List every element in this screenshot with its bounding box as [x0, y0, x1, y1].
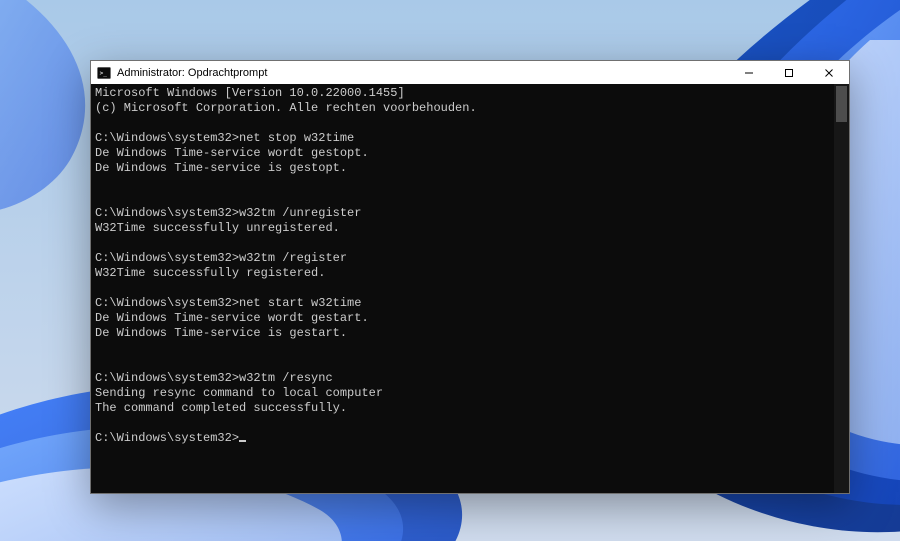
terminal-line: C:\Windows\system32>net stop w32time [95, 131, 830, 146]
terminal-line: De Windows Time-service wordt gestart. [95, 311, 830, 326]
svg-text:>_: >_ [100, 69, 108, 76]
cmd-icon: >_ [97, 66, 111, 80]
terminal-line [95, 116, 830, 131]
terminal-line: C:\Windows\system32> [95, 431, 830, 446]
vertical-scrollbar[interactable] [834, 84, 849, 493]
terminal-line: C:\Windows\system32>w32tm /register [95, 251, 830, 266]
terminal-line: De Windows Time-service wordt gestopt. [95, 146, 830, 161]
terminal-line [95, 341, 830, 356]
terminal-line: De Windows Time-service is gestopt. [95, 161, 830, 176]
scrollbar-thumb[interactable] [836, 86, 847, 122]
terminal-line [95, 176, 830, 191]
terminal-line [95, 236, 830, 251]
terminal-line: W32Time successfully registered. [95, 266, 830, 281]
terminal-line: W32Time successfully unregistered. [95, 221, 830, 236]
terminal-area: Microsoft Windows [Version 10.0.22000.14… [91, 84, 849, 493]
terminal-line: C:\Windows\system32>w32tm /resync [95, 371, 830, 386]
window-controls [729, 61, 849, 84]
terminal-line [95, 281, 830, 296]
close-button[interactable] [809, 61, 849, 84]
minimize-button[interactable] [729, 61, 769, 84]
terminal-line [95, 191, 830, 206]
terminal-line: De Windows Time-service is gestart. [95, 326, 830, 341]
terminal-line: C:\Windows\system32>net start w32time [95, 296, 830, 311]
terminal-cursor [239, 440, 246, 442]
titlebar[interactable]: >_ Administrator: Opdrachtprompt [91, 61, 849, 84]
command-prompt-window: >_ Administrator: Opdrachtprompt Microso… [90, 60, 850, 494]
terminal-line: The command completed successfully. [95, 401, 830, 416]
terminal-line: C:\Windows\system32>w32tm /unregister [95, 206, 830, 221]
terminal-output[interactable]: Microsoft Windows [Version 10.0.22000.14… [91, 84, 834, 493]
terminal-line: Sending resync command to local computer [95, 386, 830, 401]
terminal-line: (c) Microsoft Corporation. Alle rechten … [95, 101, 830, 116]
maximize-button[interactable] [769, 61, 809, 84]
window-title: Administrator: Opdrachtprompt [117, 67, 729, 79]
terminal-line [95, 356, 830, 371]
terminal-line: Microsoft Windows [Version 10.0.22000.14… [95, 86, 830, 101]
terminal-line [95, 416, 830, 431]
